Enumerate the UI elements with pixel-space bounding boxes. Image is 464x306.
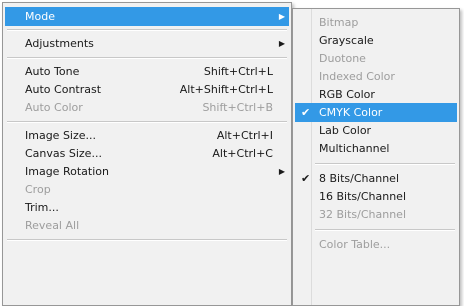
menu-item-mode[interactable]: Mode ▶ — [5, 7, 289, 26]
submenu-item-16-bits[interactable]: 16 Bits/Channel — [295, 187, 457, 206]
menu-item-auto-contrast[interactable]: Auto Contrast Alt+Shift+Ctrl+L — [5, 80, 289, 99]
menu-item-label: Auto Color — [25, 101, 83, 114]
menu-item-label: Trim... — [25, 201, 59, 214]
submenu-item-label: 16 Bits/Channel — [319, 190, 407, 203]
submenu-item-cmyk-color[interactable]: ✔ CMYK Color — [295, 103, 457, 122]
submenu-item-32-bits: 32 Bits/Channel — [295, 205, 457, 224]
menu-item-trim[interactable]: Trim... — [5, 198, 289, 217]
menu-item-image-rotation[interactable]: Image Rotation ▶ — [5, 162, 289, 181]
submenu-item-label: CMYK Color — [319, 106, 383, 119]
menu-item-shortcut: Alt+Shift+Ctrl+L — [179, 83, 273, 96]
menu-item-auto-tone[interactable]: Auto Tone Shift+Ctrl+L — [5, 62, 289, 81]
submenu-item-indexed-color: Indexed Color — [295, 67, 457, 86]
menu-item-auto-color: Auto Color Shift+Ctrl+B — [5, 98, 289, 117]
menu-item-label: Mode — [25, 10, 55, 23]
mode-submenu: Bitmap Grayscale Duotone Indexed Color R… — [292, 8, 460, 306]
menu-item-canvas-size[interactable]: Canvas Size... Alt+Ctrl+C — [5, 144, 289, 163]
menu-item-shortcut: Shift+Ctrl+B — [202, 101, 273, 114]
submenu-item-label: RGB Color — [319, 88, 375, 101]
menu-item-image-size[interactable]: Image Size... Alt+Ctrl+I — [5, 126, 289, 145]
submenu-item-color-table: Color Table... — [295, 235, 457, 254]
menu-separator — [7, 57, 287, 59]
menu-item-crop: Crop — [5, 180, 289, 199]
menu-item-shortcut: Shift+Ctrl+L — [203, 65, 273, 78]
menu-item-label: Image Size... — [25, 129, 97, 142]
menu-item-adjustments[interactable]: Adjustments ▶ — [5, 34, 289, 53]
submenu-arrow-icon: ▶ — [278, 12, 285, 21]
menu-separator — [7, 29, 287, 31]
submenu-item-label: Bitmap — [319, 16, 359, 29]
submenu-item-multichannel[interactable]: Multichannel — [295, 139, 457, 158]
check-icon: ✔ — [301, 172, 311, 185]
menu-separator — [7, 239, 287, 241]
menu-item-shortcut: Alt+Ctrl+C — [212, 147, 273, 160]
submenu-item-label: Color Table... — [319, 238, 391, 251]
submenu-item-rgb-color[interactable]: RGB Color — [295, 85, 457, 104]
submenu-item-label: Lab Color — [319, 124, 372, 137]
submenu-item-label: 32 Bits/Channel — [319, 208, 407, 221]
menu-item-label: Canvas Size... — [25, 147, 102, 160]
submenu-item-8-bits[interactable]: ✔ 8 Bits/Channel — [295, 169, 457, 188]
menu-separator — [7, 121, 287, 123]
submenu-item-label: Indexed Color — [319, 70, 395, 83]
menu-item-label: Auto Tone — [25, 65, 80, 78]
submenu-item-bitmap: Bitmap — [295, 13, 457, 32]
menu-item-label: Crop — [25, 183, 51, 196]
menu-item-reveal-all: Reveal All — [5, 216, 289, 235]
submenu-arrow-icon: ▶ — [278, 39, 285, 48]
submenu-item-label: Duotone — [319, 52, 366, 65]
submenu-item-label: Multichannel — [319, 142, 390, 155]
menu-item-shortcut: Alt+Ctrl+I — [216, 129, 273, 142]
submenu-arrow-icon: ▶ — [278, 167, 285, 176]
submenu-item-label: 8 Bits/Channel — [319, 172, 400, 185]
menu-item-label: Adjustments — [25, 37, 94, 50]
check-icon: ✔ — [301, 106, 311, 119]
menu-separator — [315, 163, 455, 165]
menu-item-label: Reveal All — [25, 219, 80, 232]
menu-separator — [315, 229, 455, 231]
submenu-item-lab-color[interactable]: Lab Color — [295, 121, 457, 140]
submenu-item-duotone: Duotone — [295, 49, 457, 68]
menu-item-label: Image Rotation — [25, 165, 109, 178]
submenu-item-grayscale[interactable]: Grayscale — [295, 31, 457, 50]
menu-item-label: Auto Contrast — [25, 83, 102, 96]
submenu-item-label: Grayscale — [319, 34, 374, 47]
image-menu: Mode ▶ Adjustments ▶ Auto Tone Shift+Ctr… — [2, 2, 292, 306]
